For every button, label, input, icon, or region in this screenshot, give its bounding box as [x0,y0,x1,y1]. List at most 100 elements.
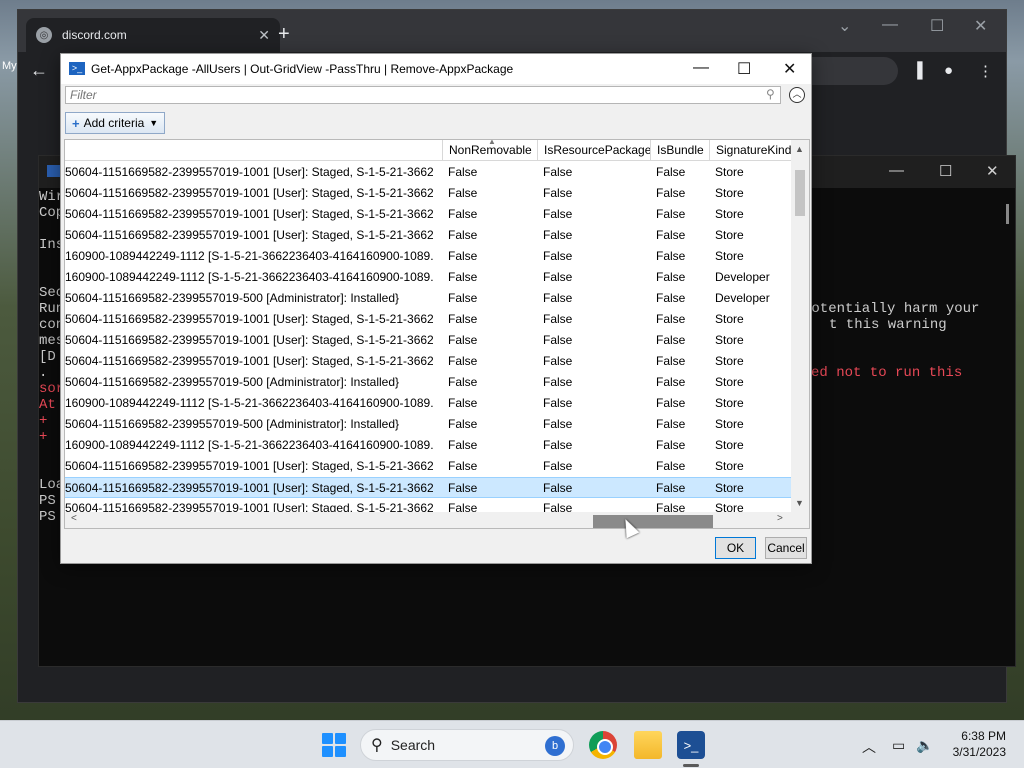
cell-name: 50604-1151669582-2399557019-1001 [User]:… [65,186,433,200]
tab-discord[interactable]: ◎ discord.com ✕ [26,18,280,52]
table-row[interactable]: 160900-1089442249-1112 [S-1-5-21-3662236… [65,393,791,414]
cell-signaturekind: Store [715,228,744,242]
table-row[interactable]: 50604-1151669582-2399557019-1001 [User]:… [65,477,791,498]
table-row[interactable]: 160900-1089442249-1112 [S-1-5-21-3662236… [65,246,791,267]
scroll-down-icon[interactable]: ▼ [795,498,804,508]
menu-icon[interactable]: ⋮ [978,62,993,80]
cell-nonremovable: False [448,438,478,452]
table-row[interactable]: 50604-1151669582-2399557019-500 [Adminis… [65,414,791,435]
console-scrollbar[interactable] [1006,204,1009,224]
windows-start-icon[interactable] [322,733,346,757]
table-row[interactable]: 50604-1151669582-2399557019-1001 [User]:… [65,309,791,330]
chrome-icon[interactable] [589,731,617,759]
filter-field[interactable] [65,86,781,104]
table-row[interactable]: 50604-1151669582-2399557019-500 [Adminis… [65,372,791,393]
cell-name: 50604-1151669582-2399557019-1001 [User]:… [65,459,433,473]
cell-nonremovable: False [448,459,478,473]
table-row[interactable]: 50604-1151669582-2399557019-500 [Adminis… [65,288,791,309]
side-panel-icon[interactable]: ▐ [912,62,923,79]
collapse-icon[interactable]: ︿ [789,87,805,103]
cell-isresourcepackage: False [543,333,573,347]
cancel-button[interactable]: Cancel [765,537,807,559]
cell-isresourcepackage: False [543,459,573,473]
minimize-icon[interactable]: — [889,162,904,179]
add-criteria-button[interactable]: + Add criteria ▼ [65,112,166,134]
cell-nonremovable: False [448,396,478,410]
tab-strip: ◎ discord.com ✕ + ⌄ — ☐ ✕ [18,10,1006,52]
file-explorer-icon[interactable] [634,731,662,759]
scroll-up-icon[interactable]: ▲ [795,144,804,154]
table-row[interactable]: 50604-1151669582-2399557019-1001 [User]:… [65,225,791,246]
cell-name: 50604-1151669582-2399557019-500 [Adminis… [65,291,400,305]
minimize-icon[interactable]: — [693,59,709,77]
scroll-left-icon[interactable]: < [71,513,77,524]
column-header-isresourcepackage[interactable]: IsResourcePackage [537,140,651,161]
cell-signaturekind: Store [715,375,744,389]
maximize-icon[interactable]: ☐ [737,59,751,79]
console-line: + [39,413,48,429]
back-arrow-icon[interactable]: ← [30,60,48,81]
table-row[interactable]: 160900-1089442249-1112 [S-1-5-21-3662236… [65,267,791,288]
cell-name: 160900-1089442249-1112 [S-1-5-21-3662236… [65,270,433,284]
minimize-icon[interactable]: — [882,16,898,34]
cell-isbundle: False [656,333,686,347]
column-header-isbundle[interactable]: IsBundle [650,140,709,161]
search-icon: ⚲ [766,87,775,101]
gridview-window: >_ Get-AppxPackage -AllUsers | Out-GridV… [60,53,812,564]
vertical-scroll-thumb[interactable] [795,170,805,216]
cell-isresourcepackage: False [543,270,573,284]
new-tab-button[interactable]: + [278,24,290,44]
table-row[interactable]: 50604-1151669582-2399557019-1001 [User]:… [65,183,791,204]
close-icon[interactable]: ✕ [986,162,999,180]
cell-nonremovable: False [448,186,478,200]
close-window-icon[interactable]: ✕ [974,16,987,36]
table-row[interactable]: 50604-1151669582-2399557019-1001 [User]:… [65,456,791,477]
console-line: PS [39,509,56,525]
chevron-down-icon[interactable]: ⌄ [838,16,851,36]
scroll-right-icon[interactable]: > [777,513,783,524]
chevron-up-icon[interactable]: ︿ [862,737,876,757]
data-grid[interactable]: NonRemovable IsResourcePackage IsBundle … [64,139,810,529]
column-header-signaturekind[interactable]: SignatureKind [709,140,791,161]
profile-icon[interactable]: ● [944,62,953,79]
taskbar-search[interactable]: ⚲ Search b [360,729,574,761]
cell-isresourcepackage: False [543,354,573,368]
close-icon[interactable]: ✕ [783,59,796,79]
console-line-fragment: t this warning [829,317,947,333]
filter-input[interactable] [66,87,780,103]
ok-button[interactable]: OK [715,537,756,559]
powershell-icon [47,165,61,177]
maximize-icon[interactable]: ☐ [939,162,952,180]
globe-icon: ◎ [36,27,52,43]
cell-signaturekind: Store [715,207,744,221]
console-line: + [39,429,48,445]
powershell-taskbar-icon[interactable]: >_ [677,731,705,759]
cell-name: 50604-1151669582-2399557019-1001 [User]:… [65,228,433,242]
table-row[interactable]: 50604-1151669582-2399557019-1001 [User]:… [65,330,791,351]
column-header-name[interactable] [65,140,442,161]
maximize-icon[interactable]: ☐ [930,16,944,36]
horizontal-scroll-thumb[interactable] [593,515,713,528]
console-line: . [39,365,56,381]
volume-icon[interactable]: 🔈 [916,737,933,754]
system-clock[interactable]: 6:38 PM 3/31/2023 [944,728,1006,760]
cell-signaturekind: Store [715,438,744,452]
bing-icon[interactable]: b [545,736,565,756]
scroll-corner [791,512,809,528]
powershell-icon: >_ [69,62,85,75]
table-row[interactable]: 50604-1151669582-2399557019-1001 [User]:… [65,162,791,183]
horizontal-scrollbar[interactable]: < > [65,512,791,528]
table-row[interactable]: 50604-1151669582-2399557019-1001 [User]:… [65,204,791,225]
table-row[interactable]: 50604-1151669582-2399557019-1001 [User]:… [65,351,791,372]
address-bar[interactable] [798,57,898,85]
cell-name: 50604-1151669582-2399557019-1001 [User]:… [65,312,433,326]
close-icon[interactable]: ✕ [258,27,270,44]
cell-signaturekind: Store [715,396,744,410]
table-row[interactable]: 160900-1089442249-1112 [S-1-5-21-3662236… [65,435,791,456]
cell-signaturekind: Store [715,417,744,431]
vertical-scrollbar[interactable]: ▲ ▼ [791,140,809,512]
console-line-fragment: ed not to run this [811,365,963,381]
cell-signaturekind: Developer [715,270,770,284]
network-icon[interactable]: ▭ [892,737,905,754]
console-line: [D [39,349,56,365]
